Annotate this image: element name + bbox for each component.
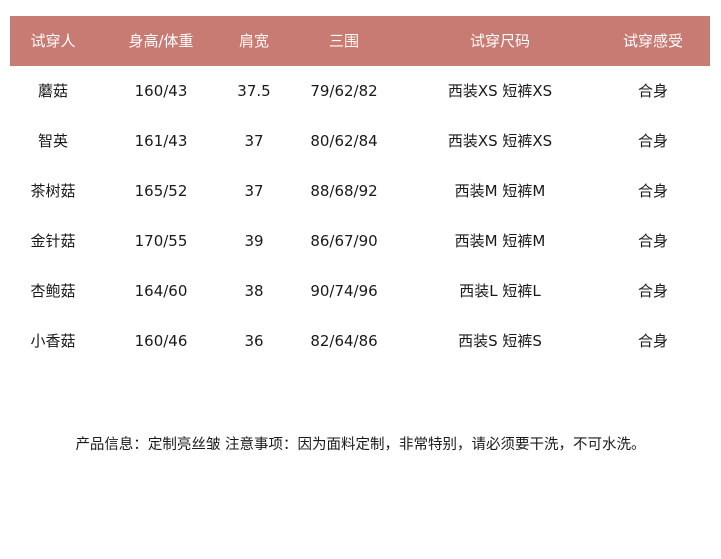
header-trial-size: 试穿尺码 bbox=[469, 32, 531, 50]
cell-tester: 小香菇 bbox=[30, 332, 76, 350]
cell-trial-size: 西装XS 短裤XS bbox=[447, 82, 553, 100]
header-fit-feedback: 试穿感受 bbox=[622, 32, 684, 50]
cell-trial-size: 西装XS 短裤XS bbox=[447, 132, 553, 150]
cell-height-weight: 165/52 bbox=[134, 182, 188, 200]
cell-height-weight: 161/43 bbox=[134, 132, 188, 150]
cell-fit-feedback: 合身 bbox=[637, 282, 669, 300]
cell-trial-size: 西装S 短裤S bbox=[458, 332, 542, 350]
cell-measurements: 82/64/86 bbox=[310, 332, 378, 350]
cell-trial-size: 西装M 短裤M bbox=[454, 182, 546, 200]
header-height-weight: 身高/体重 bbox=[128, 32, 194, 50]
header-tester: 试穿人 bbox=[30, 32, 76, 50]
header-measurements: 三围 bbox=[328, 32, 360, 50]
cell-tester: 杏鲍菇 bbox=[30, 282, 76, 300]
cell-measurements: 88/68/92 bbox=[310, 182, 378, 200]
cell-tester: 智英 bbox=[37, 132, 69, 150]
size-trial-table: 试穿人 身高/体重 肩宽 三围 试穿尺码 试穿感受 蘑菇 160/43 37.5… bbox=[10, 16, 710, 366]
cell-measurements: 79/62/82 bbox=[310, 82, 378, 100]
header-shoulder-width: 肩宽 bbox=[238, 32, 270, 50]
cell-height-weight: 170/55 bbox=[134, 232, 188, 250]
cell-fit-feedback: 合身 bbox=[637, 332, 669, 350]
table-row: 智英 161/43 37 80/62/84 西装XS 短裤XS 合身 bbox=[10, 116, 710, 166]
table-row: 蘑菇 160/43 37.5 79/62/82 西装XS 短裤XS 合身 bbox=[10, 66, 710, 116]
cell-shoulder-width: 37 bbox=[244, 182, 264, 200]
cell-tester: 茶树菇 bbox=[30, 182, 76, 200]
table-row: 杏鲍菇 164/60 38 90/74/96 西装L 短裤L 合身 bbox=[10, 266, 710, 316]
cell-fit-feedback: 合身 bbox=[637, 182, 669, 200]
cell-fit-feedback: 合身 bbox=[637, 232, 669, 250]
cell-shoulder-width: 39 bbox=[244, 232, 264, 250]
table-row: 小香菇 160/46 36 82/64/86 西装S 短裤S 合身 bbox=[10, 316, 710, 366]
cell-shoulder-width: 36 bbox=[244, 332, 264, 350]
table-row: 茶树菇 165/52 37 88/68/92 西装M 短裤M 合身 bbox=[10, 166, 710, 216]
table-header: 试穿人 身高/体重 肩宽 三围 试穿尺码 试穿感受 bbox=[10, 16, 710, 66]
cell-shoulder-width: 38 bbox=[244, 282, 264, 300]
cell-shoulder-width: 37.5 bbox=[237, 82, 271, 100]
product-note: 产品信息：定制亮丝皱 注意事项：因为面料定制，非常特别，请必须要干洗，不可水洗。 bbox=[75, 437, 646, 453]
cell-fit-feedback: 合身 bbox=[637, 132, 669, 150]
cell-height-weight: 164/60 bbox=[134, 282, 188, 300]
cell-measurements: 80/62/84 bbox=[310, 132, 378, 150]
cell-shoulder-width: 37 bbox=[244, 132, 264, 150]
cell-measurements: 90/74/96 bbox=[310, 282, 378, 300]
cell-fit-feedback: 合身 bbox=[637, 82, 669, 100]
cell-height-weight: 160/46 bbox=[134, 332, 188, 350]
cell-tester: 金针菇 bbox=[30, 232, 76, 250]
cell-trial-size: 西装L 短裤L bbox=[459, 282, 541, 300]
cell-trial-size: 西装M 短裤M bbox=[454, 232, 546, 250]
table-row: 金针菇 170/55 39 86/67/90 西装M 短裤M 合身 bbox=[10, 216, 710, 266]
cell-measurements: 86/67/90 bbox=[310, 232, 378, 250]
cell-height-weight: 160/43 bbox=[134, 82, 188, 100]
cell-tester: 蘑菇 bbox=[37, 82, 69, 100]
table-body: 蘑菇 160/43 37.5 79/62/82 西装XS 短裤XS 合身 智英 … bbox=[10, 66, 710, 366]
